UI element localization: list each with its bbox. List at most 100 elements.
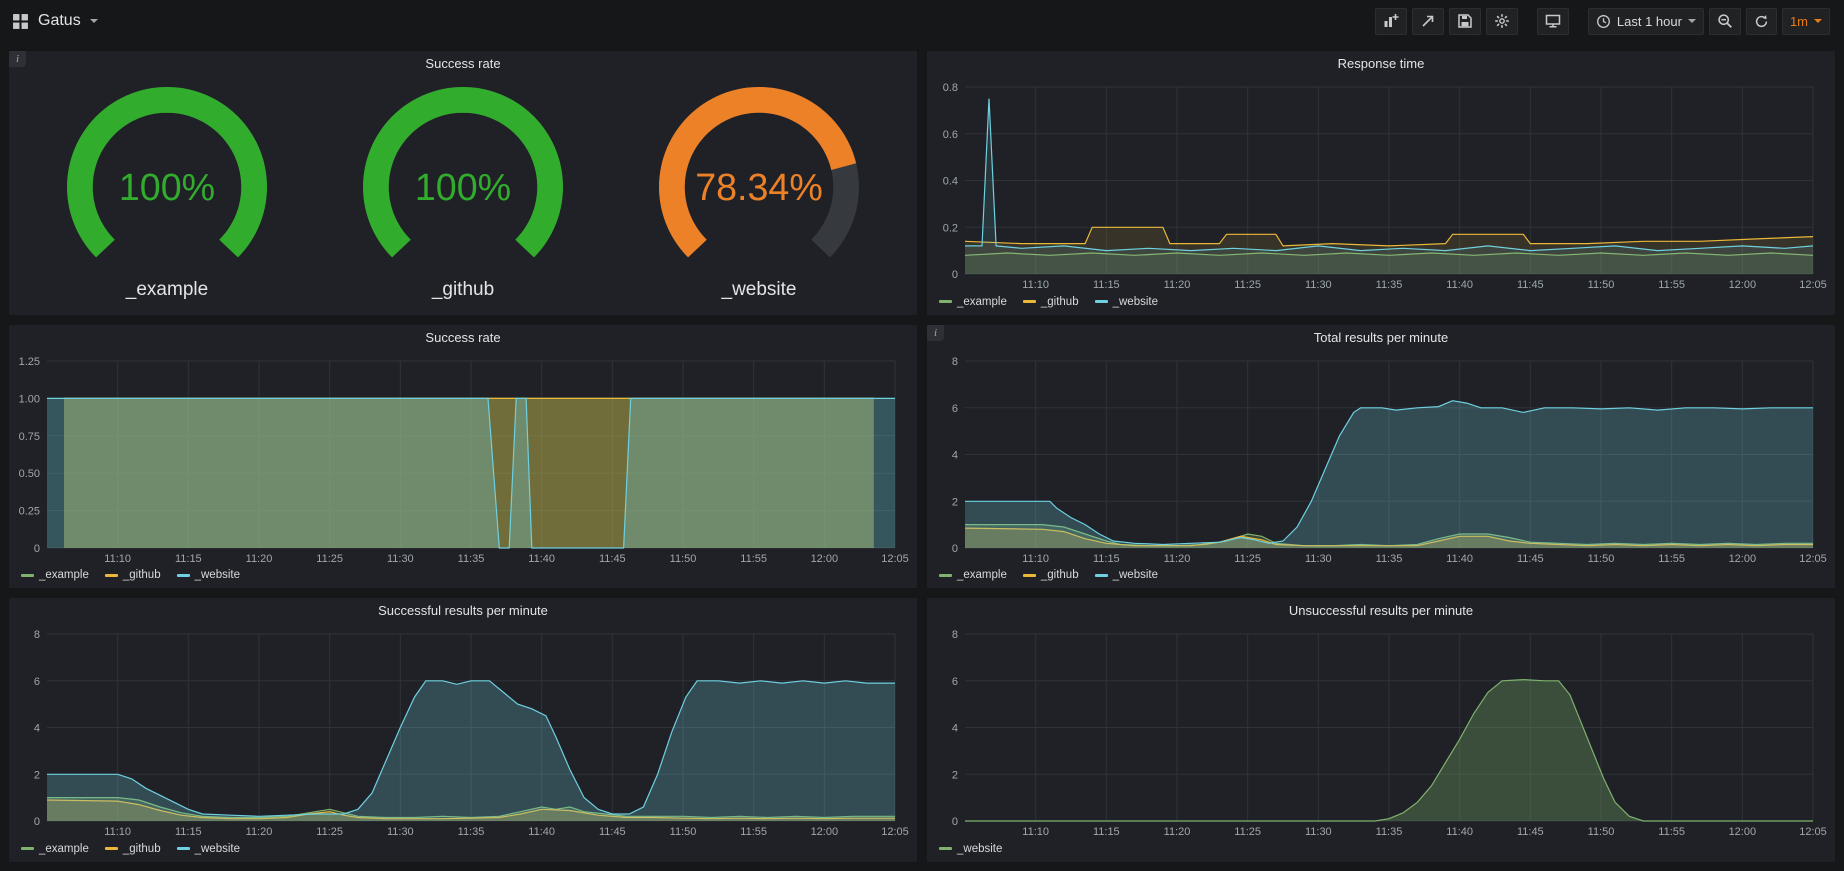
gauge-canvas: 100% [334,83,592,281]
clock-icon [1596,14,1611,29]
y-tick-label: 4 [952,449,958,461]
y-tick-label: 0.8 [943,82,958,94]
gauge-canvas: 78.34% [630,83,888,281]
legend-label: _website [1113,296,1158,308]
x-tick-label: 11:55 [1658,826,1685,838]
legend-marker [177,847,190,850]
legend-label: _github [1041,569,1079,581]
chart-canvas: 11:1011:1511:2011:2511:3011:3511:4011:45… [927,351,1835,568]
legend-item-_website[interactable]: _website [1095,296,1158,308]
save-button[interactable] [1449,8,1481,35]
total-results-chart[interactable]: 11:1011:1511:2011:2511:3011:3511:4011:45… [927,351,1835,568]
x-tick-label: 11:10 [1022,553,1049,565]
legend-label: _example [39,843,89,855]
panel-title[interactable]: Unsuccessful results per minute [927,598,1835,624]
x-tick-label: 11:50 [1588,553,1615,565]
successful-results-chart[interactable]: 11:1011:1511:2011:2511:3011:3511:4011:45… [9,624,917,841]
success-rate-chart[interactable]: 11:1011:1511:2011:2511:3011:3511:4011:45… [9,351,917,568]
x-tick-label: 11:15 [175,826,202,838]
x-tick-label: 11:35 [1376,826,1403,838]
panel-title[interactable]: Success rate [9,51,917,77]
y-tick-label: 8 [952,356,958,368]
legend-item-_website[interactable]: _website [177,843,240,855]
y-tick-label: 4 [34,723,40,735]
dashboard-title-button[interactable]: Gatus [12,12,98,30]
y-tick-label: 0 [34,816,40,828]
share-button[interactable] [1412,8,1444,35]
panel-info-icon[interactable]: i [9,51,26,67]
y-tick-label: 8 [34,629,40,641]
legend-item-_github[interactable]: _github [1023,296,1079,308]
legend: _example _github _website [9,841,917,862]
legend-item-_github[interactable]: _github [105,569,161,581]
x-tick-label: 12:05 [1799,826,1827,838]
panel-title[interactable]: Total results per minute [927,325,1835,351]
refresh-icon [1754,14,1769,29]
legend-marker [939,574,952,577]
panel-info-icon[interactable]: i [927,325,944,341]
refresh-interval-button[interactable]: 1m [1782,8,1830,35]
y-tick-label: 6 [952,402,958,414]
x-tick-label: 12:05 [881,553,909,565]
x-tick-label: 11:10 [1022,279,1049,291]
legend-item-_github[interactable]: _github [1023,569,1079,581]
x-tick-label: 11:50 [670,826,697,838]
settings-button[interactable] [1486,8,1518,35]
x-tick-label: 12:00 [811,553,839,565]
panel-title[interactable]: Response time [927,51,1835,77]
x-tick-label: 11:20 [246,826,273,838]
zoom-out-button[interactable] [1709,8,1741,35]
y-tick-label: 0 [34,543,40,555]
x-tick-label: 12:05 [881,826,909,838]
cycle-view-button[interactable] [1537,8,1569,35]
y-tick-label: 8 [952,629,958,641]
legend-item-_website[interactable]: _website [1095,569,1158,581]
x-tick-label: 11:10 [104,553,131,565]
chart-canvas: 11:1011:1511:2011:2511:3011:3511:4011:45… [9,624,917,841]
x-tick-label: 11:35 [458,553,485,565]
legend-label: _example [957,296,1007,308]
x-tick-label: 11:40 [1446,553,1473,565]
x-tick-label: 11:15 [1093,279,1120,291]
legend-item-_example[interactable]: _example [21,569,89,581]
add-panel-button[interactable] [1375,8,1407,35]
gauge-label: _github [432,279,494,301]
dashboard-grid: i Success rate 100% _example 100%_github78… [0,42,1844,871]
panel-unsuccessful-results: Unsuccessful results per minute 11:1011:… [926,597,1836,863]
legend-item-_example[interactable]: _example [21,843,89,855]
add-panel-icon [1383,13,1399,29]
legend-item-_example[interactable]: _example [939,569,1007,581]
gauge-group: 100%_example100%_github78.34%_website [9,77,917,315]
x-tick-label: 11:55 [740,826,767,838]
legend-marker [21,574,34,577]
x-tick-label: 12:05 [1799,279,1827,291]
x-tick-label: 12:00 [1729,826,1757,838]
refresh-button[interactable] [1746,8,1777,35]
response-time-chart[interactable]: 11:1011:1511:2011:2511:3011:3511:4011:45… [927,77,1835,294]
gauge-_github: 100%_github [334,83,592,301]
gauge-_website: 78.34%_website [630,83,888,301]
legend-marker [1095,574,1108,577]
y-tick-label: 2 [952,770,958,782]
y-tick-label: 0 [952,269,958,281]
legend-label: _example [39,569,89,581]
legend-label: _example [957,569,1007,581]
panel-title[interactable]: Success rate [9,325,917,351]
x-tick-label: 11:25 [316,826,343,838]
legend-item-_website[interactable]: _website [939,843,1002,855]
gauge-label: _website [722,279,797,301]
time-range-button[interactable]: Last 1 hour [1588,8,1704,35]
x-tick-label: 12:00 [811,826,839,838]
legend: _website [927,841,1835,862]
panel-title[interactable]: Successful results per minute [9,598,917,624]
series-_website-area [965,400,1813,547]
unsuccessful-results-chart[interactable]: 11:1011:1511:2011:2511:3011:3511:4011:45… [927,624,1835,841]
save-icon [1457,13,1473,29]
legend-item-_github[interactable]: _github [105,843,161,855]
legend-marker [1095,300,1108,303]
chart-canvas: 11:1011:1511:2011:2511:3011:3511:4011:45… [9,351,917,568]
x-tick-label: 11:40 [1446,826,1473,838]
legend-item-_example[interactable]: _example [939,296,1007,308]
x-tick-label: 11:50 [670,553,697,565]
legend-item-_website[interactable]: _website [177,569,240,581]
